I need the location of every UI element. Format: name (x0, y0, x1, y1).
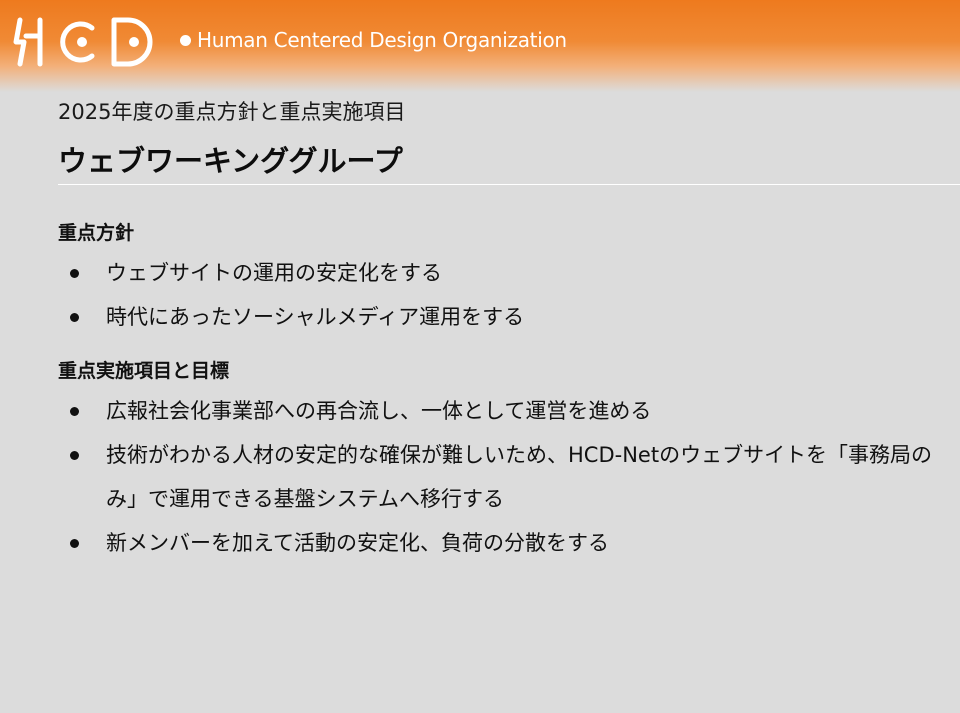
bullet-icon (70, 451, 79, 460)
list-item-text: ウェブサイトの運用の安定化をする (106, 261, 442, 285)
list-item-text: 時代にあったソーシャルメディア運用をする (106, 305, 525, 329)
section-heading: 重点方針 (58, 222, 135, 244)
section-heading: 重点実施項目と目標 (58, 360, 230, 382)
list-item-text: 広報社会化事業部への再合流し、一体として運営を進める (106, 399, 652, 423)
list-item: 広報社会化事業部への再合流し、一体として運営を進める (58, 389, 938, 433)
title-divider (58, 184, 960, 185)
bullet-icon (70, 407, 79, 416)
bullet-icon (70, 539, 79, 548)
list-item-text: 技術がわかる人材の安定的な確保が難しいため、HCD-Netのウェブサイトを「事務… (106, 443, 933, 511)
organization-tagline: Human Centered Design Organization (180, 28, 567, 52)
list-item: 技術がわかる人材の安定的な確保が難しいため、HCD-Netのウェブサイトを「事務… (58, 433, 938, 521)
slide-title: ウェブワーキンググループ (58, 144, 403, 178)
bullet-icon (70, 313, 79, 322)
bullet-list: 広報社会化事業部への再合流し、一体として運営を進める 技術がわかる人材の安定的な… (58, 389, 938, 565)
list-item: ウェブサイトの運用の安定化をする (58, 251, 938, 295)
hcd-logo (13, 17, 153, 67)
header-band: Human Centered Design Organization (0, 0, 960, 92)
slide-subtitle: 2025年度の重点方針と重点実施項目 (58, 100, 406, 124)
bullet-icon (70, 269, 79, 278)
tagline-dot-icon (180, 34, 191, 46)
list-item: 新メンバーを加えて活動の安定化、負荷の分散をする (58, 521, 938, 565)
section-actions: 重点実施項目と目標 広報社会化事業部への再合流し、一体として運営を進める 技術が… (58, 356, 938, 565)
list-item-text: 新メンバーを加えて活動の安定化、負荷の分散をする (106, 531, 609, 555)
list-item: 時代にあったソーシャルメディア運用をする (58, 295, 938, 339)
section-policy: 重点方針 ウェブサイトの運用の安定化をする 時代にあったソーシャルメディア運用を… (58, 218, 938, 339)
tagline-text: Human Centered Design Organization (197, 28, 567, 52)
bullet-list: ウェブサイトの運用の安定化をする 時代にあったソーシャルメディア運用をする (58, 251, 938, 339)
